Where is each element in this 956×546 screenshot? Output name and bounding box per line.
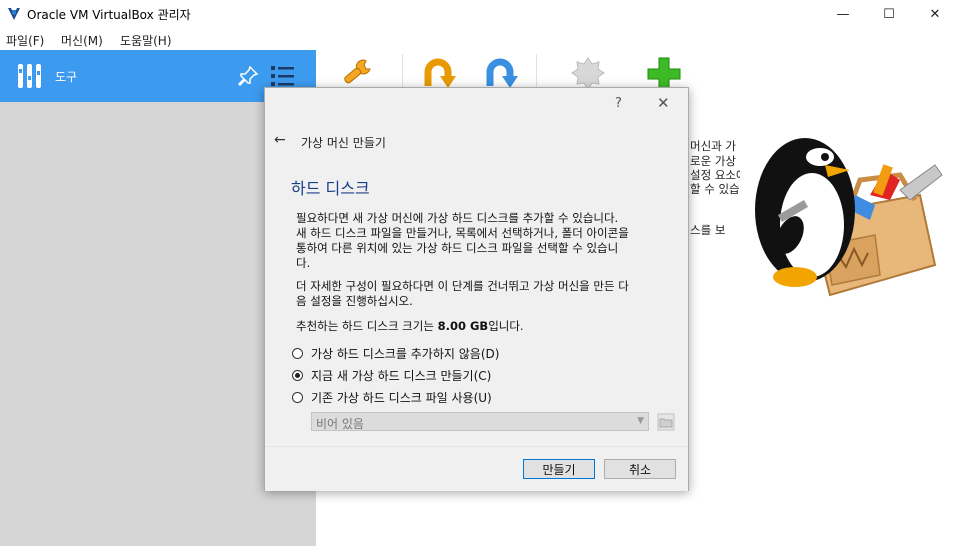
welcome-line: 할 수 있습 xyxy=(690,182,740,196)
radio-button[interactable] xyxy=(292,347,303,359)
description-line: 새 하드 디스크 파일을 만들거나, 목록에서 선택하거나, 폴더 아이콘을 xyxy=(296,226,629,240)
create-vm-dialog: ? ✕ ← 가상 머신 만들기 하드 디스크 필요하다면 새 가상 머신에 가상… xyxy=(264,87,689,491)
description-paragraph: 필요하다면 새 가상 머신에 가상 하드 디스크를 추가할 수 있습니다. 새 … xyxy=(296,211,676,271)
dialog-close-button[interactable]: ✕ xyxy=(657,94,670,112)
title-bar: Oracle VM VirtualBox 관리자 — ☐ ✕ xyxy=(0,0,956,28)
recommended-size-value: 8.00 GB xyxy=(437,319,489,333)
description-line: 더 자세한 구성이 필요하다면 이 단계를 건너뛰고 가상 머신을 만든 다 xyxy=(296,279,629,293)
toolbar-separator xyxy=(536,54,537,90)
sidebar-item-label: 도구 xyxy=(55,70,78,84)
welcome-line: 스를 보 xyxy=(690,223,726,237)
description-line: 다. xyxy=(296,256,311,270)
pin-icon[interactable] xyxy=(236,64,260,88)
minimize-button[interactable]: — xyxy=(820,0,866,28)
menu-machine[interactable]: 머신(M) xyxy=(61,32,103,49)
help-button[interactable]: ? xyxy=(615,96,622,111)
folder-icon[interactable] xyxy=(657,413,675,431)
select-value: 비어 있음 xyxy=(316,417,364,431)
advanced-note-paragraph: 더 자세한 구성이 필요하다면 이 단계를 건너뛰고 가상 머신을 만든 다 음… xyxy=(296,279,676,309)
menu-list-icon[interactable] xyxy=(270,64,296,88)
option-label: 기존 가상 하드 디스크 파일 사용(U) xyxy=(311,390,492,405)
option-no-disk[interactable]: 가상 하드 디스크를 추가하지 않음(D) xyxy=(292,344,499,362)
recommended-size-text: 추천하는 하드 디스크 크기는 8.00 GB입니다. xyxy=(296,319,676,334)
description-line: 통하여 다른 위치에 있는 가상 하드 디스크 파일을 선택할 수 있습니 xyxy=(296,241,619,255)
recommended-prefix: 추천하는 하드 디스크 크기는 xyxy=(296,319,438,333)
menu-help[interactable]: 도움말(H) xyxy=(120,32,172,49)
page-heading: 하드 디스크 xyxy=(291,179,370,198)
back-arrow-icon[interactable]: ← xyxy=(274,132,286,148)
description-line: 음 설정을 진행하십시오. xyxy=(296,294,413,308)
menu-bar: 파일(F) 머신(M) 도움말(H) xyxy=(0,28,956,50)
chevron-down-icon: ▼ xyxy=(637,416,644,426)
toolbar-separator xyxy=(402,54,403,90)
recommended-suffix: 입니다. xyxy=(488,319,524,333)
tools-icon xyxy=(18,64,41,88)
welcome-text: 머신과 가 로운 가상 설정 요소에 할 수 있습 스를 보 xyxy=(690,138,740,238)
penguin-toolbox-illustration xyxy=(755,138,943,297)
option-use-existing-disk[interactable]: 기존 가상 하드 디스크 파일 사용(U) xyxy=(292,388,492,406)
option-create-new-disk[interactable]: 지금 새 가상 하드 디스크 만들기(C) xyxy=(292,366,491,384)
welcome-line: 머신과 가 xyxy=(690,139,736,153)
close-window-button[interactable]: ✕ xyxy=(912,0,956,28)
dialog-footer: 만들기 취소 xyxy=(265,446,688,491)
menu-file[interactable]: 파일(F) xyxy=(6,32,44,49)
dialog-title: 가상 머신 만들기 xyxy=(301,136,386,150)
radio-button-selected[interactable] xyxy=(292,369,303,381)
window-title: Oracle VM VirtualBox 관리자 xyxy=(27,8,191,22)
cancel-button[interactable]: 취소 xyxy=(604,459,676,479)
option-label: 가상 하드 디스크를 추가하지 않음(D) xyxy=(311,346,500,361)
radio-button[interactable] xyxy=(292,391,303,403)
maximize-button[interactable]: ☐ xyxy=(866,0,912,28)
description-line: 필요하다면 새 가상 머신에 가상 하드 디스크를 추가할 수 있습니다. xyxy=(296,211,619,225)
create-button[interactable]: 만들기 xyxy=(523,459,595,479)
option-label: 지금 새 가상 하드 디스크 만들기(C) xyxy=(311,368,492,383)
existing-disk-select[interactable]: 비어 있음 ▼ xyxy=(311,412,649,431)
virtualbox-app-icon xyxy=(8,8,20,20)
